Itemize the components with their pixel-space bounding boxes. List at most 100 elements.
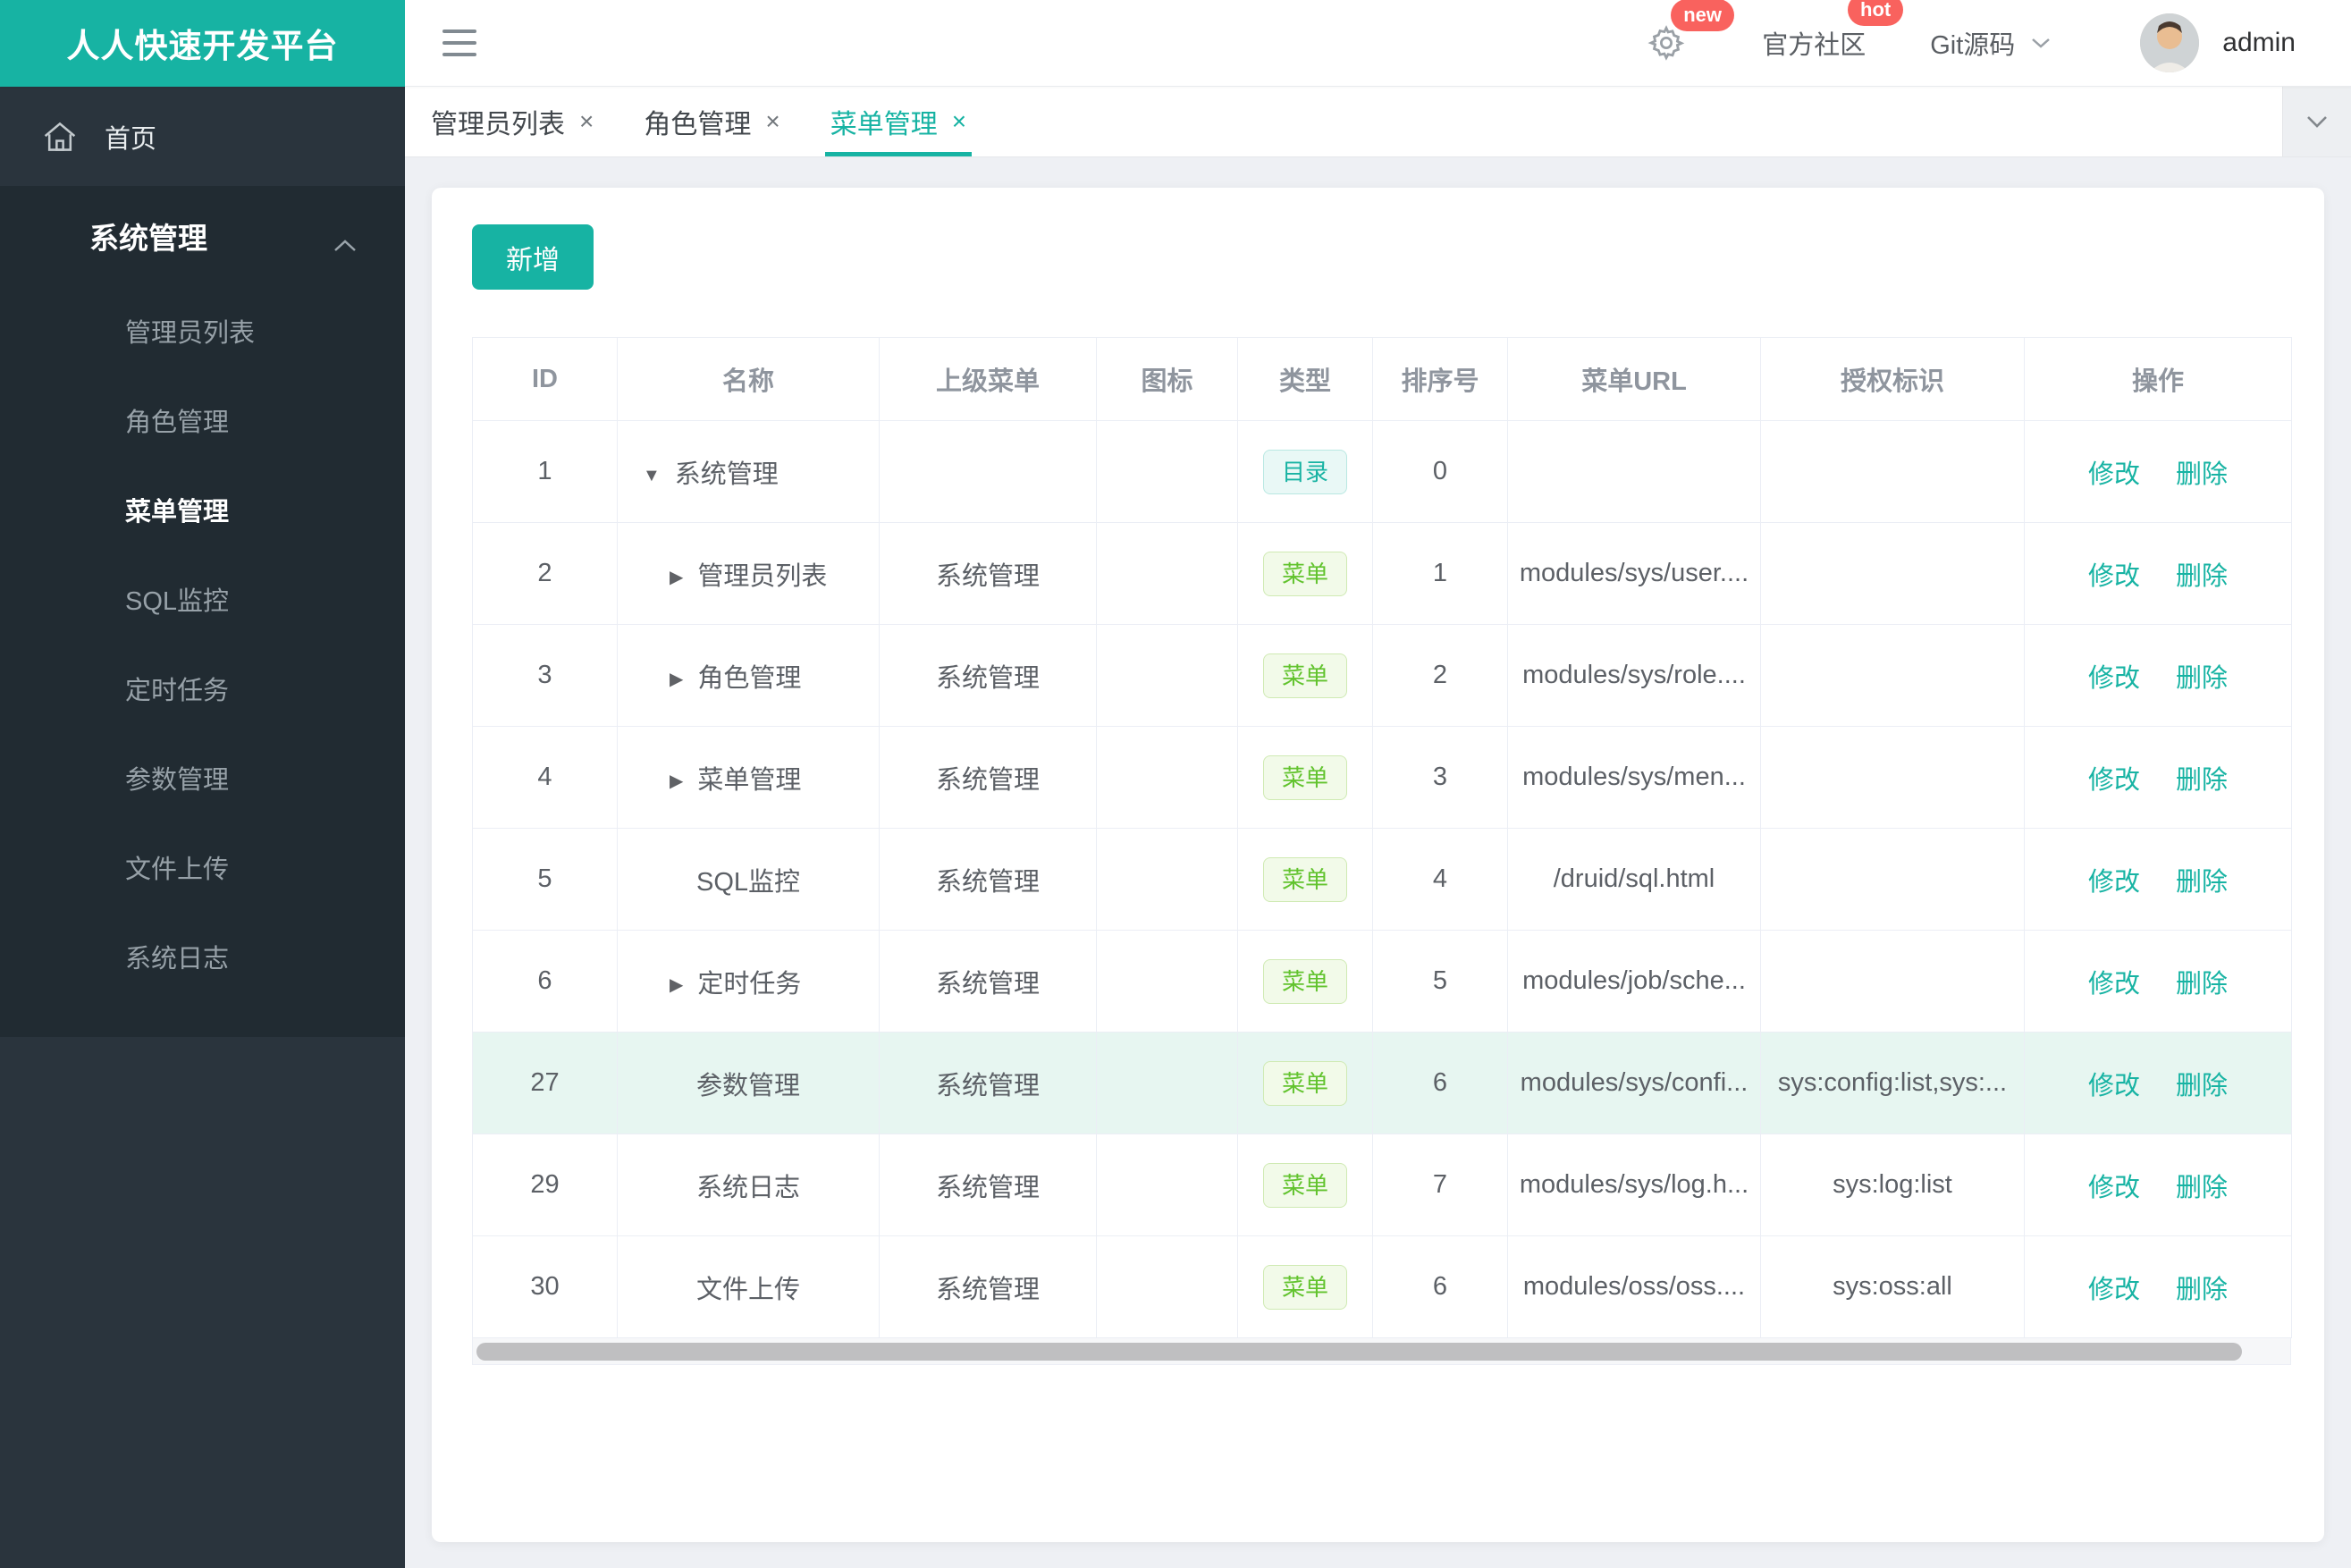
tab-close-icon[interactable]: × <box>765 107 779 136</box>
chevron-down-icon <box>2015 34 2054 52</box>
username[interactable]: admin <box>2222 28 2296 58</box>
table-row[interactable]: 5 SQL监控 系统管理 菜单 4/druid/sql.html 修改 删除 <box>472 828 2292 931</box>
cell-actions: 修改 删除 <box>2024 420 2292 523</box>
tab-bar: 管理员列表 × 角色管理 × 菜单管理 × <box>405 87 2351 157</box>
cell-parent-menu: 系统管理 <box>879 522 1097 625</box>
sidebar-item-home[interactable]: 首页 <box>0 87 405 186</box>
cell-parent-menu <box>879 420 1097 523</box>
edit-link[interactable]: 修改 <box>2088 562 2140 591</box>
tab-close-icon[interactable]: × <box>579 107 594 136</box>
cell-actions: 修改 删除 <box>2024 726 2292 829</box>
delete-link[interactable]: 删除 <box>2176 1072 2228 1100</box>
cell-parent-menu: 系统管理 <box>879 828 1097 931</box>
sidebar-section-system: 系统管理 管理员列表 角色管理 菜单管理 SQL监控 定时任务 参数管理 文件上传 系统日志 <box>0 186 405 1037</box>
type-badge: 菜单 <box>1262 754 1347 800</box>
delete-link[interactable]: 删除 <box>2176 664 2228 693</box>
table-row[interactable]: 4 ▶ 菜单管理 系统管理 菜单 3 modules/sys/men... 修改 删除 <box>472 726 2292 829</box>
tree-collapse-icon[interactable]: ▼ <box>643 466 661 486</box>
column-header-ID: ID <box>472 337 618 421</box>
cell-actions: 修改 删除 <box>2024 930 2292 1033</box>
column-header-操作: 操作 <box>2024 337 2292 421</box>
delete-link[interactable]: 删除 <box>2176 1276 2228 1304</box>
tree-expand-icon[interactable]: ▶ <box>670 668 683 690</box>
cell-perms: sys:oss:all <box>1760 1235 2025 1338</box>
table-row[interactable]: 2 ▶ 管理员列表 系统管理 菜单 1 modules/sys/user.... 修改 删除 <box>472 522 2292 625</box>
horizontal-scrollbar[interactable] <box>472 1338 2291 1365</box>
delete-link[interactable]: 删除 <box>2176 868 2228 897</box>
cell-name: ▼ 系统管理 <box>617 420 880 523</box>
table-row[interactable]: 27 参数管理 系统管理 菜单 6 modules/sys/confi... sys:con… <box>472 1032 2292 1134</box>
tab-菜单管理[interactable]: 菜单管理 × <box>824 87 973 156</box>
cell-menu-url: modules/oss/oss.... <box>1507 1235 1761 1338</box>
community-link[interactable]: 官方社区 hot <box>1762 0 1904 62</box>
sidebar-item-系统日志[interactable]: 系统日志 <box>0 912 405 1001</box>
table-row[interactable]: 3 ▶ 角色管理 系统管理 菜单 2 modules/sys/role.... 修改 删除 <box>472 624 2292 727</box>
cell-type: 菜单 <box>1237 1134 1373 1236</box>
scrollbar-thumb[interactable] <box>476 1343 2242 1361</box>
type-badge: 菜单 <box>1262 1162 1347 1208</box>
tab-list-dropdown-button[interactable] <box>2282 87 2351 156</box>
cell-order: 4 <box>1372 828 1508 931</box>
cell-parent-menu: 系统管理 <box>879 624 1097 727</box>
sidebar-section-toggle[interactable]: 系统管理 <box>0 186 405 286</box>
edit-link[interactable]: 修改 <box>2088 460 2140 489</box>
edit-link[interactable]: 修改 <box>2088 1276 2140 1304</box>
cell-name: ▶ 定时任务 <box>617 930 880 1033</box>
cell-id: 3 <box>472 624 618 727</box>
column-header-上级菜单: 上级菜单 <box>879 337 1097 421</box>
edit-link[interactable]: 修改 <box>2088 766 2140 795</box>
cell-perms <box>1760 726 2025 829</box>
cell-perms: sys:log:list <box>1760 1134 2025 1236</box>
sidebar-item-参数管理[interactable]: 参数管理 <box>0 733 405 822</box>
edit-link[interactable]: 修改 <box>2088 1072 2140 1100</box>
delete-link[interactable]: 删除 <box>2176 1174 2228 1202</box>
type-badge: 菜单 <box>1262 551 1347 596</box>
table-row[interactable]: 29 系统日志 系统管理 菜单 7 modules/sys/log.h... sys:log… <box>472 1134 2292 1236</box>
sidebar-item-菜单管理[interactable]: 菜单管理 <box>0 465 405 554</box>
table-row[interactable]: 6 ▶ 定时任务 系统管理 菜单 5 modules/job/sche... 修改 删除 <box>472 930 2292 1033</box>
tab-管理员列表[interactable]: 管理员列表 × <box>431 87 594 156</box>
open-tabs: 管理员列表 × 角色管理 × 菜单管理 × <box>405 87 1016 156</box>
cell-icon <box>1096 522 1238 625</box>
cell-name: ▶ 管理员列表 <box>617 522 880 625</box>
avatar[interactable] <box>2140 13 2200 72</box>
cell-perms <box>1760 522 2025 625</box>
sidebar-toggle-button[interactable] <box>442 30 476 56</box>
sidebar-item-定时任务[interactable]: 定时任务 <box>0 644 405 733</box>
column-header-名称: 名称 <box>617 337 880 421</box>
sidebar-item-管理员列表[interactable]: 管理员列表 <box>0 286 405 375</box>
cell-icon <box>1096 1032 1238 1134</box>
tree-expand-icon[interactable]: ▶ <box>670 770 683 792</box>
edit-link[interactable]: 修改 <box>2088 664 2140 693</box>
cell-icon <box>1096 828 1238 931</box>
cell-type: 目录 <box>1237 420 1373 523</box>
add-button[interactable]: 新增 <box>472 224 594 290</box>
cell-order: 6 <box>1372 1235 1508 1338</box>
table-header-row: ID 名称 上级菜单 图标 类型 排序号 菜单URL 授权标识 操作 <box>472 337 2292 421</box>
table-row[interactable]: 30 文件上传 系统管理 菜单 6 modules/oss/oss.... sys:oss:… <box>472 1235 2292 1338</box>
home-icon <box>40 119 80 155</box>
sidebar-submenu: 管理员列表 角色管理 菜单管理 SQL监控 定时任务 参数管理 文件上传 系统日志 <box>0 286 405 1001</box>
sidebar-item-文件上传[interactable]: 文件上传 <box>0 822 405 912</box>
cell-id: 5 <box>472 828 618 931</box>
edit-link[interactable]: 修改 <box>2088 868 2140 897</box>
tab-角色管理[interactable]: 角色管理 × <box>644 87 779 156</box>
table-row[interactable]: 1 ▼ 系统管理 目录 0 修改 删除 <box>472 420 2292 523</box>
cell-name: 文件上传 <box>617 1235 880 1338</box>
edit-link[interactable]: 修改 <box>2088 970 2140 999</box>
chevron-down-icon <box>2301 111 2333 132</box>
delete-link[interactable]: 删除 <box>2176 562 2228 591</box>
cell-type: 菜单 <box>1237 522 1373 625</box>
tab-close-icon[interactable]: × <box>952 107 966 136</box>
delete-link[interactable]: 删除 <box>2176 460 2228 489</box>
tree-expand-icon[interactable]: ▶ <box>670 566 683 588</box>
sidebar-item-角色管理[interactable]: 角色管理 <box>0 375 405 465</box>
edit-link[interactable]: 修改 <box>2088 1174 2140 1202</box>
delete-link[interactable]: 删除 <box>2176 970 2228 999</box>
cell-menu-url: modules/sys/user.... <box>1507 522 1761 625</box>
git-source-link[interactable]: Git源码 <box>1930 24 2054 62</box>
sidebar-item-SQL监控[interactable]: SQL监控 <box>0 554 405 644</box>
delete-link[interactable]: 删除 <box>2176 766 2228 795</box>
settings-button[interactable]: new <box>1647 0 1734 62</box>
tree-expand-icon[interactable]: ▶ <box>670 974 683 996</box>
